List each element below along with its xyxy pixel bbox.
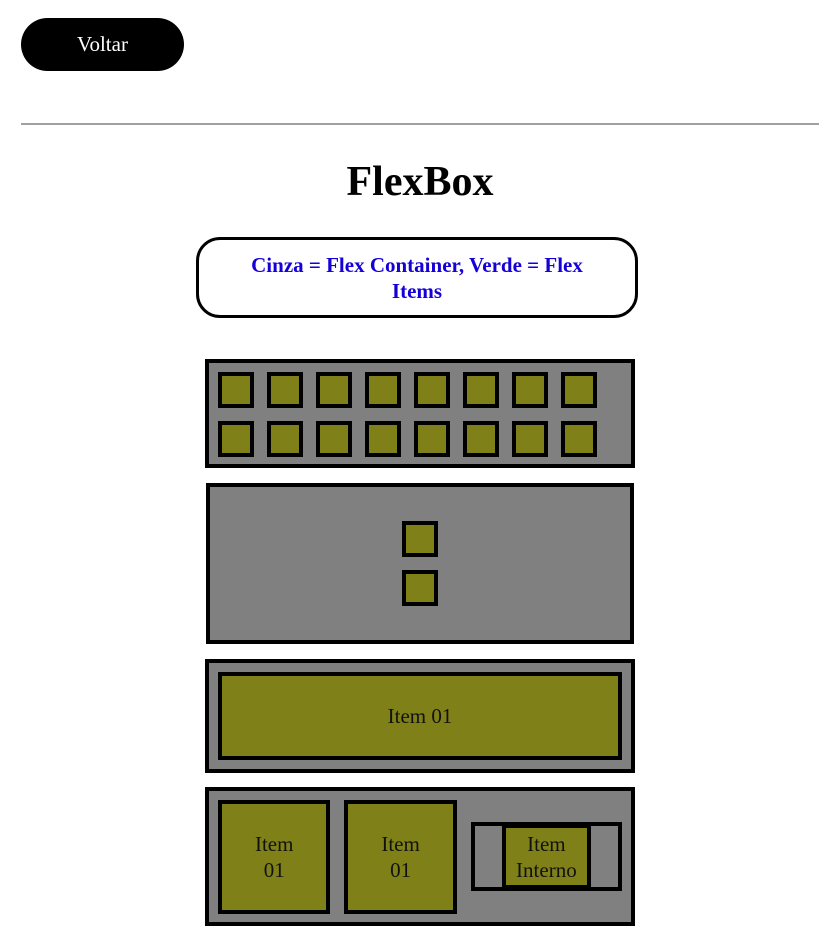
flex-item [402, 521, 438, 557]
flex-item [218, 372, 254, 408]
back-button[interactable]: Voltar [21, 18, 184, 71]
flex-item [414, 421, 450, 457]
legend-box: Cinza = Flex Container, Verde = Flex Ite… [196, 237, 638, 318]
flex-item [463, 372, 499, 408]
inner-flex-container: Item Interno [470, 822, 622, 891]
flex-item [267, 421, 303, 457]
flex-container-stretch: Item 01 [205, 659, 635, 773]
flex-item [267, 372, 303, 408]
flex-container-wrap [205, 359, 635, 468]
flex-item [365, 421, 401, 457]
flex-item [463, 421, 499, 457]
flex-container-nested: Item 01 Item 01 Item Interno [205, 787, 635, 926]
page-title: FlexBox [346, 159, 494, 205]
page: Voltar FlexBox Cinza = Flex Container, V… [0, 0, 837, 950]
flex-item [316, 372, 352, 408]
flex-container-column [206, 483, 634, 644]
divider [21, 123, 819, 125]
flex-item: Item 01 [344, 799, 457, 914]
flex-item [561, 372, 597, 408]
flex-item [561, 421, 597, 457]
flex-item [218, 421, 254, 457]
flex-item [414, 372, 450, 408]
flex-item [512, 421, 548, 457]
flex-item [316, 421, 352, 457]
flex-item: Item 01 [218, 799, 331, 914]
legend-text: Cinza = Flex Container, Verde = Flex Ite… [251, 252, 583, 303]
flex-item [402, 570, 438, 606]
inner-flex-item: Item Interno [501, 824, 591, 889]
flex-item: Item 01 [218, 672, 622, 760]
flex-item [512, 372, 548, 408]
flex-item [365, 372, 401, 408]
